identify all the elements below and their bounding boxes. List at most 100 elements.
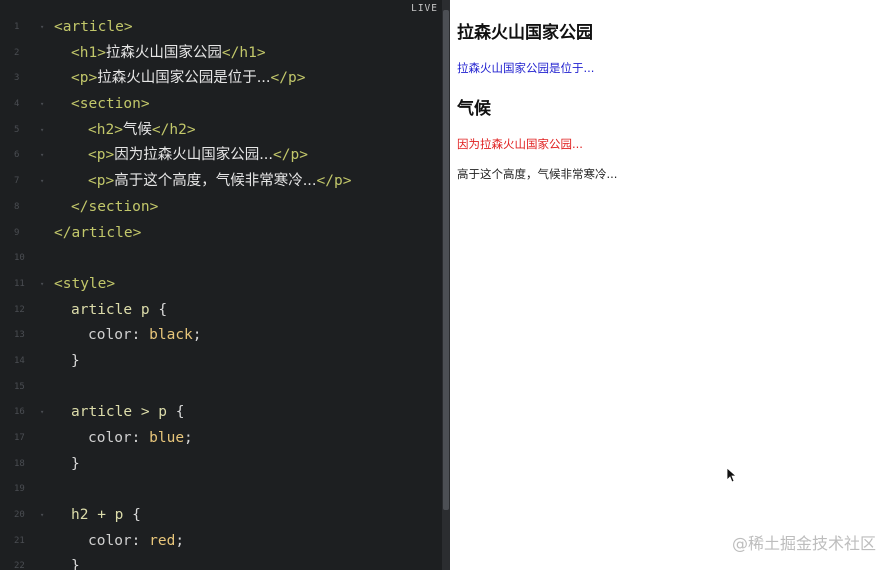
code-text: <p>拉森火山国家公园是位于...</p> — [54, 66, 305, 92]
code-token: article > p — [71, 404, 176, 421]
line-number: 14 — [14, 355, 25, 366]
code-token: { — [158, 301, 168, 318]
editor-scrollbar[interactable] — [442, 0, 450, 570]
line-number: 12 — [14, 304, 25, 315]
fold-arrow-icon[interactable]: ▾ — [40, 272, 44, 298]
line-number: 13 — [14, 330, 25, 341]
scrollbar-thumb[interactable] — [443, 10, 449, 510]
app-window: 1 ▾ <article> 2 <h1>拉森火山国家公园</h1> 3 <p>拉森火山国家公… — [0, 0, 892, 570]
code-line[interactable]: 8 </section> — [0, 195, 442, 221]
line-number: 5 — [14, 124, 20, 135]
code-line[interactable]: 18} — [0, 452, 442, 478]
code-line[interactable]: 6 ▾ <p>因为拉森火山国家公园...</p> — [0, 143, 442, 169]
fold-arrow-icon[interactable]: ▾ — [40, 118, 44, 144]
code-token: { — [132, 507, 141, 524]
fold-arrow-icon[interactable]: ▾ — [40, 503, 44, 529]
line-number: 21 — [14, 535, 25, 546]
mouse-pointer-icon — [726, 467, 736, 483]
code-token: red — [149, 532, 176, 549]
code-text: article p { — [54, 298, 167, 324]
fold-arrow-icon[interactable]: ▾ — [40, 143, 44, 169]
line-number: 17 — [14, 433, 25, 443]
preview-heading-2: 气候 — [457, 99, 491, 119]
line-number: 2 — [14, 47, 20, 58]
preview-heading-1: 拉森火山国家公园 — [457, 23, 593, 43]
code-text: <p>因为拉森火山国家公园...</p> — [54, 143, 308, 169]
code-token: 拉森火山国家公园是位于... — [97, 70, 271, 87]
code-token: </p> — [273, 147, 308, 164]
code-line[interactable]: 9 </article> — [0, 221, 442, 247]
code-line[interactable]: 11 ▾ <style> — [0, 272, 442, 298]
code-lines[interactable]: 1 ▾ <article> 2 <h1>拉森火山国家公园</h1> 3 <p>拉森火山国家公… — [0, 15, 442, 570]
code-line[interactable]: 13 color: black; — [0, 323, 442, 349]
code-token: <p> — [88, 147, 115, 164]
code-line[interactable]: 5 ▾ <h2>气候</h2> — [0, 118, 442, 144]
code-token: <style> — [54, 275, 116, 292]
code-text: article > p { — [54, 400, 185, 426]
code-line[interactable]: 14} — [0, 349, 442, 375]
code-line[interactable]: 17 color: blue; — [0, 426, 442, 452]
code-token: blue — [149, 430, 185, 446]
code-text: color: blue; — [54, 426, 193, 452]
code-token: </p> — [270, 70, 306, 87]
line-number: 4 — [14, 99, 20, 110]
code-token: <p> — [88, 173, 115, 190]
code-line[interactable]: 22} — [0, 554, 442, 570]
line-number: 3 — [14, 73, 20, 84]
code-text: color: black; — [54, 323, 202, 349]
fold-arrow-icon[interactable]: ▾ — [40, 15, 44, 41]
live-preview-pane: 拉森火山国家公园 拉森火山国家公园是位于... 气候 因为拉森火山国家公园...… — [450, 0, 892, 570]
code-line[interactable]: 3 <p>拉森火山国家公园是位于...</p> — [0, 66, 442, 92]
code-token: </h2> — [151, 121, 196, 138]
code-line[interactable]: 21 color: red; — [0, 529, 442, 555]
code-line[interactable]: 12 article p { — [0, 298, 442, 324]
line-number: 10 — [14, 253, 25, 264]
code-line[interactable]: 19 — [0, 477, 442, 503]
fold-arrow-icon[interactable]: ▾ — [40, 400, 44, 426]
code-token: ; — [192, 327, 202, 344]
line-number: 9 — [14, 227, 20, 238]
code-token: </p> — [316, 173, 352, 190]
line-number: 19 — [14, 484, 25, 495]
code-token: color — [88, 327, 132, 344]
code-token: 因为拉森火山国家公园... — [114, 147, 274, 164]
code-line[interactable]: 15 — [0, 375, 442, 401]
code-line[interactable]: 1 ▾ <article> — [0, 15, 442, 41]
fold-arrow-icon[interactable]: ▾ — [40, 169, 44, 195]
line-number: 15 — [14, 381, 25, 392]
fold-arrow-icon[interactable]: ▾ — [40, 92, 44, 118]
code-token: ; — [175, 532, 185, 549]
line-number: 11 — [14, 278, 25, 289]
code-editor[interactable]: 1 ▾ <article> 2 <h1>拉森火山国家公园</h1> 3 <p>拉森火山国家公… — [0, 0, 442, 570]
code-token: } — [71, 558, 80, 570]
line-number: 6 — [14, 150, 20, 161]
code-text: } — [54, 452, 80, 478]
watermark: @稀土掘金技术社区 — [731, 534, 876, 553]
code-text: <p>高于这个高度，气候非常寒冷...</p> — [54, 169, 351, 195]
code-token: <h2> — [88, 121, 123, 138]
code-token: <h1> — [71, 44, 106, 61]
code-text: color: red; — [54, 529, 184, 555]
code-token: ; — [184, 430, 193, 446]
code-line[interactable]: 2 <h1>拉森火山国家公园</h1> — [0, 41, 442, 67]
line-number: 1 — [14, 22, 20, 32]
code-token: 高于这个高度，气候非常寒冷... — [114, 173, 317, 190]
code-token: } — [71, 455, 80, 472]
code-token: : — [131, 532, 150, 549]
code-token: </section> — [71, 198, 159, 215]
code-token: { — [175, 404, 185, 421]
code-line[interactable]: 10 — [0, 246, 442, 272]
code-line[interactable]: 20 ▾ h2 + p { — [0, 503, 442, 529]
code-line[interactable]: 16 ▾ article > p { — [0, 400, 442, 426]
code-token: color — [88, 532, 132, 549]
live-badge: LIVE — [407, 2, 442, 15]
code-token: : — [131, 430, 150, 446]
code-line[interactable]: 4 ▾ <section> — [0, 92, 442, 118]
code-line[interactable]: 7 ▾ <p>高于这个高度，气候非常寒冷...</p> — [0, 169, 442, 195]
code-token: : — [131, 327, 150, 344]
code-text: h2 + p { — [54, 503, 141, 529]
code-text: <h1>拉森火山国家公园</h1> — [54, 41, 266, 67]
code-text: <style> — [54, 272, 115, 298]
code-text: <section> — [54, 92, 150, 118]
preview-paragraph-intro: 拉森火山国家公园是位于... — [457, 61, 595, 75]
